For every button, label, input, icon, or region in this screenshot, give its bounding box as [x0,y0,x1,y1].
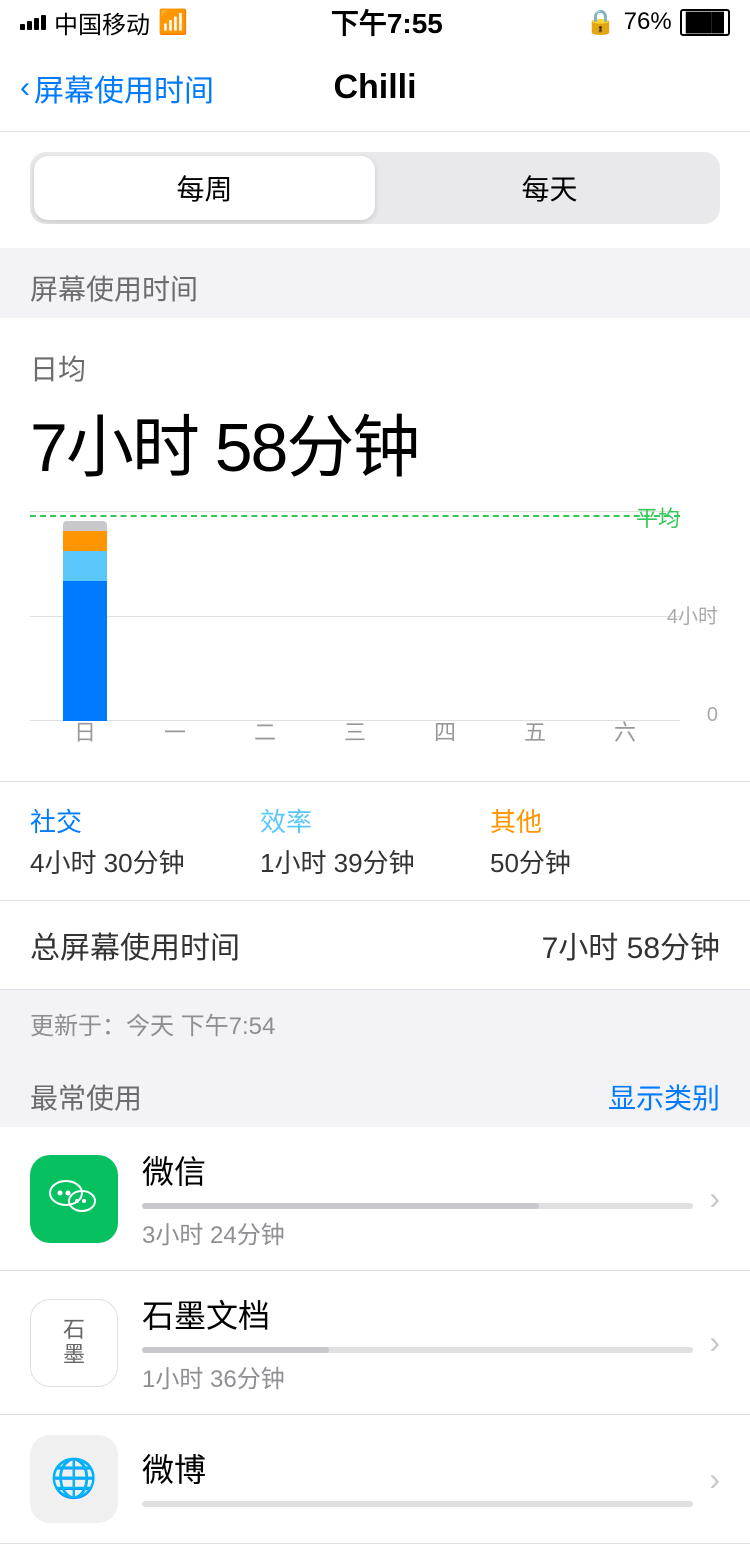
segment-weekly[interactable]: 每周 [34,156,375,220]
chevron-wechat: › [709,1180,720,1217]
app-item-weibo[interactable]: 🌐 微博 › [0,1415,750,1544]
avg-label: 平均 [636,501,680,533]
day-label-5: 五 [505,715,565,747]
day-labels: 日 一 二 三 四 五 六 [30,715,680,747]
app-time-wechat: 3小时 24分钟 [142,1215,693,1250]
battery-label: 76% [624,8,672,36]
app-bar-shimo [142,1347,329,1353]
section-label: 屏幕使用时间 [0,248,750,318]
status-right: 🔒 76% ███ [586,8,730,37]
day-label-4: 四 [415,715,475,747]
day-label-2: 二 [235,715,295,747]
most-used-label: 最常使用 [30,1077,142,1117]
signal-icon [20,15,46,30]
total-label: 总屏幕使用时间 [30,923,240,967]
weibo-icon-text: 🌐 [50,1457,97,1501]
lock-icon: 🔒 [586,8,616,37]
category-other-name: 其他 [490,802,720,839]
app-time-shimo: 1小时 36分钟 [142,1359,693,1394]
bar-stack-0 [63,521,107,721]
category-efficiency-time: 1小时 39分钟 [260,843,490,880]
app-name-shimo: 石墨文档 [142,1291,693,1337]
total-value: 7小时 58分钟 [542,923,720,967]
status-bar: 中国移动 📶 下午7:55 🔒 76% ███ [0,0,750,44]
chevron-left-icon: ‹ [20,71,30,105]
avg-line: 平均 [30,515,680,517]
category-social: 社交 4小时 30分钟 [30,802,260,880]
shimo-icon-text: 石墨 [63,1318,85,1366]
bar-chart: 4小时 0 平均 [30,511,720,751]
carrier-label: 中国移动 [54,5,150,40]
app-bar-container-wechat [142,1203,693,1209]
app-bar-container-shimo [142,1347,693,1353]
update-info: 更新于：今天 下午7:54 [0,989,750,1057]
nav-bar: ‹ 屏幕使用时间 Chilli [0,44,750,132]
daily-time: 7小时 58分钟 [30,392,720,491]
bar-orange-0 [63,531,107,551]
most-used-header: 最常使用 显示类别 [0,1057,750,1127]
segment-control: 每周 每天 [30,152,720,224]
show-category-button[interactable]: 显示类别 [608,1077,720,1117]
app-name-weibo: 微博 [142,1445,693,1491]
back-button[interactable]: ‹ 屏幕使用时间 [20,66,214,110]
chart-section: 日均 7小时 58分钟 4小时 0 平均 [0,318,750,781]
daily-label: 日均 [30,348,720,388]
app-info-weibo: 微博 [142,1445,693,1513]
app-item-shimo[interactable]: 石墨 石墨文档 1小时 36分钟 › [0,1271,750,1415]
chevron-weibo: › [709,1461,720,1498]
app-icon-weibo: 🌐 [30,1435,118,1523]
day-label-0: 日 [55,715,115,747]
bar-blue-0 [63,581,107,721]
segment-wrapper: 每周 每天 [0,132,750,248]
app-info-shimo: 石墨文档 1小时 36分钟 [142,1291,693,1394]
app-info-wechat: 微信 3小时 24分钟 [142,1147,693,1250]
bar-cyan-0 [63,551,107,581]
category-other: 其他 50分钟 [490,802,720,880]
app-icon-wechat [30,1155,118,1243]
day-label-1: 一 [145,715,205,747]
battery-icon: ███ [680,9,730,36]
wechat-icon [46,1171,102,1227]
category-efficiency: 效率 1小时 39分钟 [260,802,490,880]
total-row[interactable]: 总屏幕使用时间 7小时 58分钟 [0,900,750,989]
app-item-wechat[interactable]: 微信 3小时 24分钟 › [0,1127,750,1271]
grid-0-label: 0 [707,704,718,727]
bar-day-0 [55,521,115,721]
app-bar-wechat [142,1203,539,1209]
wifi-icon: 📶 [158,8,188,37]
status-left: 中国移动 📶 [20,5,188,40]
back-label: 屏幕使用时间 [34,66,214,110]
category-other-time: 50分钟 [490,843,720,880]
category-social-time: 4小时 30分钟 [30,843,260,880]
category-efficiency-name: 效率 [260,802,490,839]
bars-row [30,511,680,721]
category-row: 社交 4小时 30分钟 效率 1小时 39分钟 其他 50分钟 [0,781,750,900]
day-label-6: 六 [595,715,655,747]
segment-daily[interactable]: 每天 [379,152,720,224]
app-name-wechat: 微信 [142,1147,693,1193]
page-title: Chilli [333,68,416,107]
category-social-name: 社交 [30,802,260,839]
app-bar-container-weibo [142,1501,693,1507]
day-label-3: 三 [325,715,385,747]
status-time: 下午7:55 [331,2,443,42]
chevron-shimo: › [709,1324,720,1361]
app-list: 微信 3小时 24分钟 › 石墨 石墨文档 1小时 36分钟 › 🌐 微博 [0,1127,750,1544]
bar-gray-0 [63,521,107,531]
app-icon-shimo: 石墨 [30,1299,118,1387]
